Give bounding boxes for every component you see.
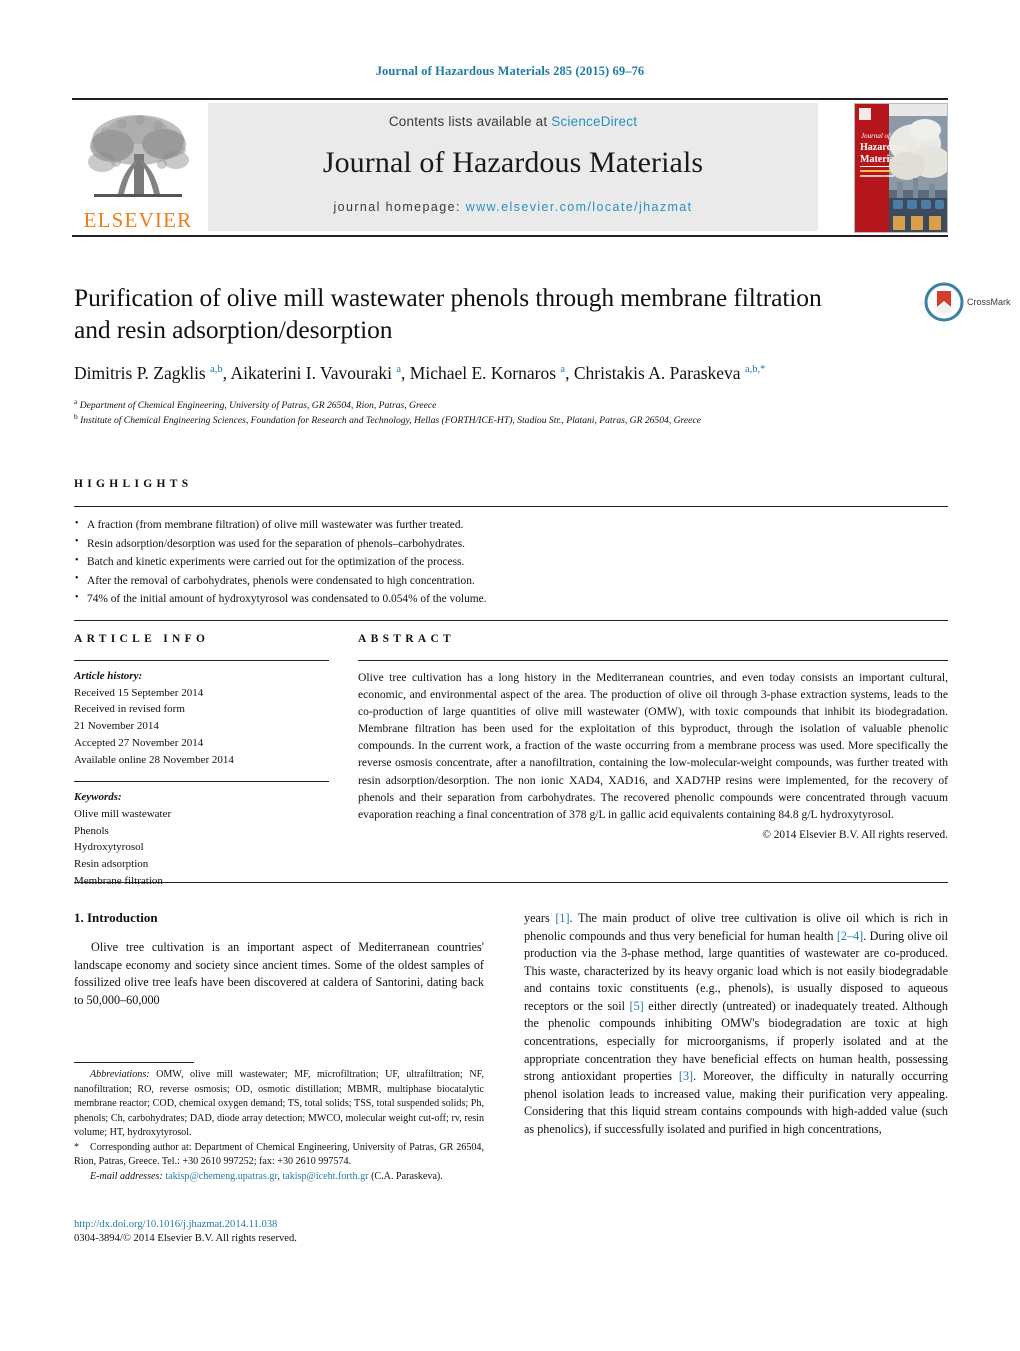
highlights-list: A fraction (from membrane filtration) of… — [74, 516, 948, 609]
history-item: Accepted 27 November 2014 — [74, 736, 204, 749]
highlights-divider — [74, 506, 948, 507]
email-link-1[interactable]: takisp@chemeng.upatras.gr — [165, 1171, 277, 1182]
abstract-divider — [358, 660, 948, 661]
history-item: Received 15 September 2014 — [74, 686, 204, 699]
intro-paragraph-right: years [1]. The main product of olive tre… — [524, 911, 949, 1136]
contents-prefix: Contents lists available at — [388, 114, 548, 129]
affiliation-b-text: Institute of Chemical Engineering Scienc… — [80, 414, 701, 426]
list-item: Resin adsorption/desorption was used for… — [74, 534, 948, 554]
email-link-2[interactable]: takisp@iceht.forth.gr — [282, 1171, 368, 1182]
section-heading-introduction: 1. Introduction — [74, 910, 158, 925]
history-item: Received in revised form — [74, 703, 185, 716]
running-head: Journal of Hazardous Materials 285 (2015… — [375, 64, 645, 78]
author-list: Dimitris P. Zagklis a,b, Aikaterini I. V… — [74, 363, 766, 384]
crossmark-icon — [924, 282, 964, 322]
sciencedirect-link[interactable]: ScienceDirect — [551, 114, 637, 129]
page-title: Purification of olive mill wastewater ph… — [74, 283, 822, 344]
email-person: (C.A. Paraskeva). — [371, 1170, 443, 1182]
homepage-prefix: journal homepage: — [333, 200, 461, 214]
paper-page: Journal of Hazardous Materials 285 (2015… — [0, 0, 1020, 1351]
affiliation-a: a Department of Chemical Engineering, Un… — [74, 396, 437, 412]
journal-masthead: ELSEVIER Contents lists available at Sci… — [72, 98, 948, 237]
crossmark-badge[interactable]: CrossMark — [924, 282, 1020, 322]
corresponding-marker: * — [74, 1141, 80, 1153]
journal-band: Contents lists available at ScienceDirec… — [208, 103, 818, 231]
keyword-item: Hydroxytyrosol — [74, 841, 144, 854]
article-history-label: Article history: — [74, 670, 143, 682]
corresponding-text: Corresponding author at: Department of C… — [74, 1141, 484, 1168]
list-item: Batch and kinetic experiments were carri… — [74, 553, 948, 572]
body-top-divider — [74, 882, 948, 883]
article-history: Article history: Received 15 September 2… — [74, 668, 329, 768]
body-column-right: years [1]. The main product of olive tre… — [524, 910, 948, 1138]
affiliation-b: b Institute of Chemical Engineering Scie… — [74, 411, 701, 426]
keyword-item: Phenols — [74, 824, 109, 837]
list-item: After the removal of carbohydrates, phen… — [74, 571, 948, 591]
list-item: A fraction (from membrane filtration) of… — [74, 516, 948, 535]
abstract-section: ABSTRACT Olive tree cultivation has a lo… — [358, 633, 948, 841]
cover-art: Journal of Hazardous Materials — [855, 104, 947, 232]
highlights-section: HIGHLIGHTS A fraction (from membrane fil… — [74, 478, 948, 621]
keywords-label: Keywords: — [74, 791, 122, 804]
abbreviations-footnote: Abbreviations: OMW, olive mill wastewate… — [74, 1068, 484, 1141]
affiliation-a-text: Department of Chemical Engineering, Univ… — [79, 400, 437, 412]
journal-title: Journal of Hazardous Materials — [322, 146, 704, 179]
svg-text:Journal of: Journal of — [861, 132, 891, 140]
keywords-divider — [74, 781, 329, 783]
abbreviations-label: Abbreviations: — [90, 1069, 150, 1080]
doi-link[interactable]: http://dx.doi.org/10.1016/j.jhazmat.2014… — [74, 1218, 484, 1232]
abstract-text: Olive tree cultivation has a long histor… — [358, 671, 948, 821]
homepage-url-link[interactable]: www.elsevier.com/locate/jhazmat — [466, 200, 693, 214]
title-block: Purification of olive mill wastewater ph… — [74, 282, 854, 429]
corresponding-author-footnote: * Corresponding author at: Department of … — [74, 1141, 484, 1170]
journal-homepage-line: journal homepage: www.elsevier.com/locat… — [333, 200, 692, 214]
body-column-left: 1. Introduction Olive tree cultivation i… — [74, 910, 484, 1009]
affiliation-list: a Department of Chemical Engineering, Un… — [74, 396, 854, 429]
footnote-rule — [74, 1062, 194, 1063]
article-info-heading: ARTICLE INFO — [74, 633, 210, 645]
intro-paragraph-left: Olive tree cultivation is an important a… — [74, 940, 484, 1007]
keyword-item: Olive mill wastewater — [74, 808, 172, 821]
elsevier-tree-icon — [88, 115, 189, 197]
article-info-section: ARTICLE INFO Article history: Received 1… — [74, 633, 329, 890]
elsevier-logo: ELSEVIER — [74, 103, 202, 231]
article-info-divider — [74, 660, 329, 661]
contents-list-line: Contents lists available at ScienceDirec… — [389, 114, 637, 129]
highlights-heading: HIGHLIGHTS — [74, 478, 193, 490]
abstract-heading: ABSTRACT — [358, 633, 456, 645]
keywords-block: Keywords: Olive mill wastewater Phenols … — [74, 789, 329, 889]
keyword-item: Resin adsorption — [74, 858, 149, 871]
email-footnote: E-mail addresses: takisp@chemeng.upatras… — [74, 1170, 484, 1185]
footnotes-block: Abbreviations: OMW, olive mill wastewate… — [74, 1062, 484, 1184]
list-item: 74% of the initial amount of hydroxytyro… — [74, 590, 948, 609]
highlights-bottom-divider — [74, 619, 948, 621]
crossmark-label: CrossMark — [967, 297, 1011, 307]
page-footer: http://dx.doi.org/10.1016/j.jhazmat.2014… — [74, 1218, 484, 1247]
journal-cover-thumbnail: Journal of Hazardous Materials — [854, 103, 948, 233]
history-item: Available online 28 November 2014 — [74, 753, 234, 766]
email-label: E-mail addresses: — [90, 1170, 163, 1182]
issn-copyright-line: 0304-3894/© 2014 Elsevier B.V. All right… — [74, 1233, 297, 1245]
history-item: 21 November 2014 — [74, 720, 159, 733]
abstract-copyright: © 2014 Elsevier B.V. All rights reserved… — [762, 828, 948, 841]
elsevier-wordmark: ELSEVIER — [83, 208, 193, 232]
